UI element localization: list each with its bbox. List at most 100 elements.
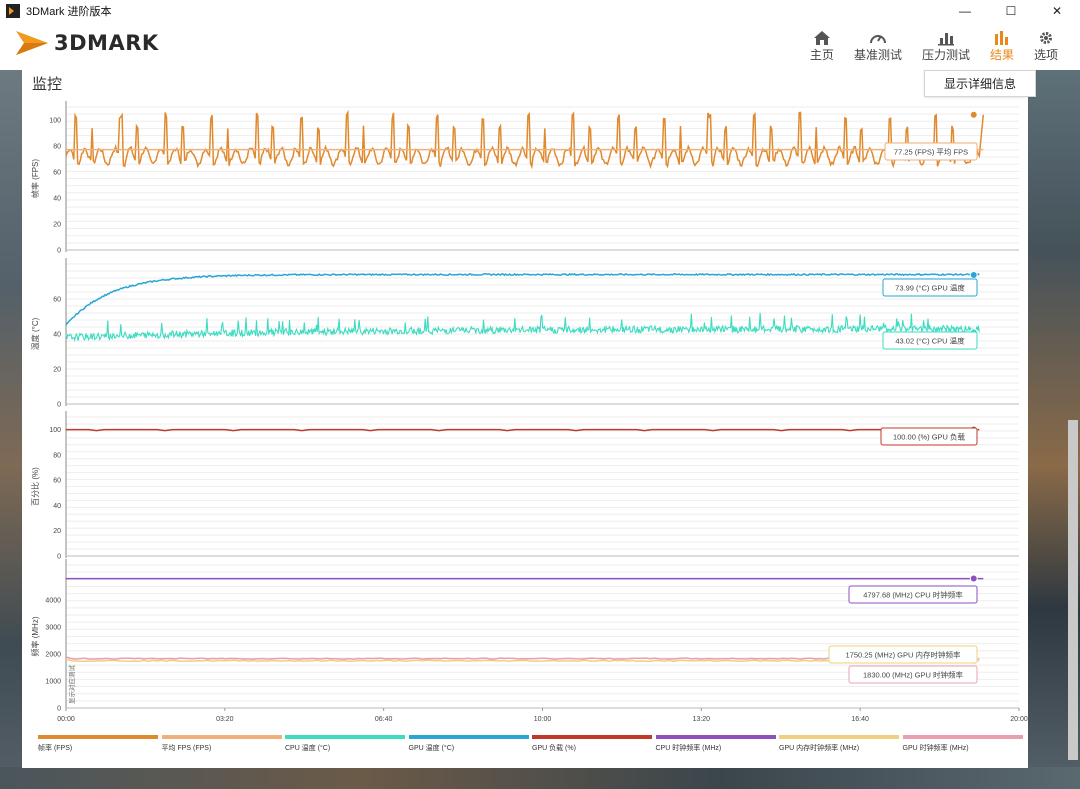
- series-end-marker: [969, 574, 978, 583]
- y-tick-label: 60: [53, 297, 61, 304]
- y-tick-label: 40: [53, 332, 61, 339]
- y-tick-label: 1000: [45, 679, 61, 686]
- test-marker-label: 显示对应测试: [67, 665, 76, 705]
- legend-label: GPU 负载 (%): [532, 745, 576, 752]
- window-title: 3DMark 进阶版本: [26, 6, 112, 18]
- legend-item[interactable]: CPU 时钟频率 (MHz): [655, 735, 776, 753]
- background-art-left: [0, 70, 22, 789]
- y-tick-label: 80: [53, 144, 61, 151]
- y-tick-label: 20: [53, 222, 61, 229]
- nav-options-label: 选项: [1033, 48, 1058, 62]
- minimize-button[interactable]: —: [942, 0, 988, 22]
- legend-label: 帧率 (FPS): [38, 745, 73, 752]
- y-tick-label: 60: [53, 170, 61, 177]
- app-icon: [6, 4, 20, 18]
- y-tick-label: 100: [49, 427, 61, 434]
- series-end-marker: [969, 271, 978, 280]
- value-tooltip-text: 43.02 (°C) CPU 温度: [895, 336, 965, 346]
- y-tick-label: 0: [57, 554, 61, 561]
- y-axis-label: 帧率 (FPS): [30, 159, 40, 198]
- legend-item[interactable]: GPU 内存时钟频率 (MHz): [779, 735, 899, 753]
- chart-legend: 帧率 (FPS) 平均 FPS (FPS) CPU 温度 (°C) GPU 温度 (°…: [38, 735, 1028, 759]
- gauge-icon: [869, 26, 887, 46]
- legend-swatch: [532, 735, 652, 739]
- x-tick-label: 00:00: [57, 716, 75, 723]
- y-tick-label: 40: [53, 503, 61, 510]
- legend-item[interactable]: GPU 温度 (°C): [408, 735, 529, 753]
- legend-swatch: [285, 735, 405, 739]
- monitoring-chart: 0 20 40 60 80 100 帧率 (FPS) 77.25 (FPS) 平均 FPS 0 2…: [30, 101, 1028, 723]
- series-end-marker: [969, 110, 978, 119]
- nav-results[interactable]: 结果: [990, 26, 1014, 63]
- y-tick-label: 4000: [45, 598, 61, 605]
- value-tooltip-text: 100.00 (%) GPU 负载: [893, 432, 966, 442]
- nav-results-label: 结果: [989, 48, 1014, 62]
- legend-swatch: [161, 735, 282, 739]
- y-axis-label: 温度 (°C): [30, 317, 40, 350]
- nav-options[interactable]: 选项: [1034, 26, 1058, 63]
- close-button[interactable]: ✕: [1034, 0, 1080, 22]
- nav-stress-tests-label: 压力测试: [921, 48, 970, 62]
- x-tick-label: 16:40: [851, 716, 869, 723]
- x-tick-label: 13:20: [693, 716, 711, 723]
- y-tick-label: 0: [57, 402, 61, 409]
- y-tick-label: 60: [53, 478, 61, 485]
- maximize-button[interactable]: ☐: [988, 0, 1034, 22]
- legend-swatch: [38, 735, 158, 739]
- main-nav: 主页 基准测试 压力测试 结果 选项: [790, 26, 1058, 63]
- legend-label: GPU 内存时钟频率 (MHz): [779, 745, 860, 752]
- nav-stress-tests[interactable]: 压力测试: [922, 26, 970, 63]
- logo: 3DMARK: [14, 28, 159, 58]
- legend-label: GPU 时钟频率 (MHz): [902, 745, 969, 752]
- legend-label: 平均 FPS (FPS): [161, 745, 212, 752]
- nav-home-label: 主页: [809, 48, 834, 62]
- y-tick-label: 80: [53, 452, 61, 459]
- logo-text: 3DMARK: [54, 31, 159, 55]
- legend-label: GPU 温度 (°C): [408, 745, 455, 752]
- value-tooltip-text: 1830.00 (MHz) GPU 时钟频率: [863, 670, 964, 680]
- legend-label: CPU 时钟频率 (MHz): [655, 745, 722, 752]
- legend-swatch: [779, 735, 899, 739]
- background-art-bottom: [0, 767, 1080, 789]
- title-bar: 3DMark 进阶版本 — ☐ ✕: [0, 0, 1080, 22]
- nav-benchmarks-label: 基准测试: [853, 48, 902, 62]
- value-tooltip-text: 77.25 (FPS) 平均 FPS: [894, 147, 968, 157]
- y-tick-label: 20: [53, 528, 61, 535]
- x-tick-label: 10:00: [534, 716, 552, 723]
- y-tick-label: 40: [53, 196, 61, 203]
- bar-chart-icon: [937, 26, 955, 46]
- y-tick-label: 100: [49, 118, 61, 125]
- app-header: 3DMARK 主页 基准测试 压力测试 结果 选项: [0, 22, 1080, 70]
- nav-home[interactable]: 主页: [810, 26, 834, 63]
- series-line: [65, 109, 985, 170]
- y-tick-label: 0: [57, 248, 61, 255]
- y-tick-label: 0: [57, 706, 61, 713]
- y-axis-label: 频率 (MHz): [30, 616, 40, 656]
- x-tick-label: 06:40: [375, 716, 393, 723]
- legend-swatch: [902, 735, 1023, 739]
- legend-item[interactable]: CPU 温度 (°C): [285, 735, 405, 753]
- legend-item[interactable]: GPU 时钟频率 (MHz): [902, 735, 1023, 753]
- value-tooltip-text: 73.99 (°C) GPU 温度: [895, 283, 965, 293]
- value-tooltip-text: 4797.68 (MHz) CPU 时钟频率: [863, 590, 963, 600]
- legend-swatch: [655, 735, 776, 739]
- y-tick-label: 3000: [45, 625, 61, 632]
- logo-mark-icon: [16, 31, 48, 55]
- home-icon: [813, 26, 831, 46]
- legend-label: CPU 温度 (°C): [285, 745, 331, 752]
- legend-swatch: [408, 735, 529, 739]
- results-icon: [993, 26, 1011, 46]
- legend-item[interactable]: 平均 FPS (FPS): [161, 735, 282, 753]
- x-tick-label: 03:20: [216, 716, 234, 723]
- x-tick-label: 20:00: [1010, 716, 1028, 723]
- y-tick-label: 2000: [45, 652, 61, 659]
- y-axis-label: 百分比 (%): [30, 467, 40, 506]
- legend-item[interactable]: 帧率 (FPS): [38, 735, 158, 753]
- scrollbar[interactable]: [1068, 420, 1078, 760]
- legend-item[interactable]: GPU 负载 (%): [532, 735, 652, 753]
- value-tooltip-text: 1750.25 (MHz) GPU 内存时钟频率: [845, 650, 961, 660]
- monitoring-panel: 监控 显示详细信息 0 20 40 60 80 100 帧率 (FPS) 77.25 (FPS…: [22, 70, 1036, 768]
- nav-benchmarks[interactable]: 基准测试: [854, 26, 902, 63]
- gear-icon: [1037, 26, 1055, 46]
- y-tick-label: 20: [53, 367, 61, 374]
